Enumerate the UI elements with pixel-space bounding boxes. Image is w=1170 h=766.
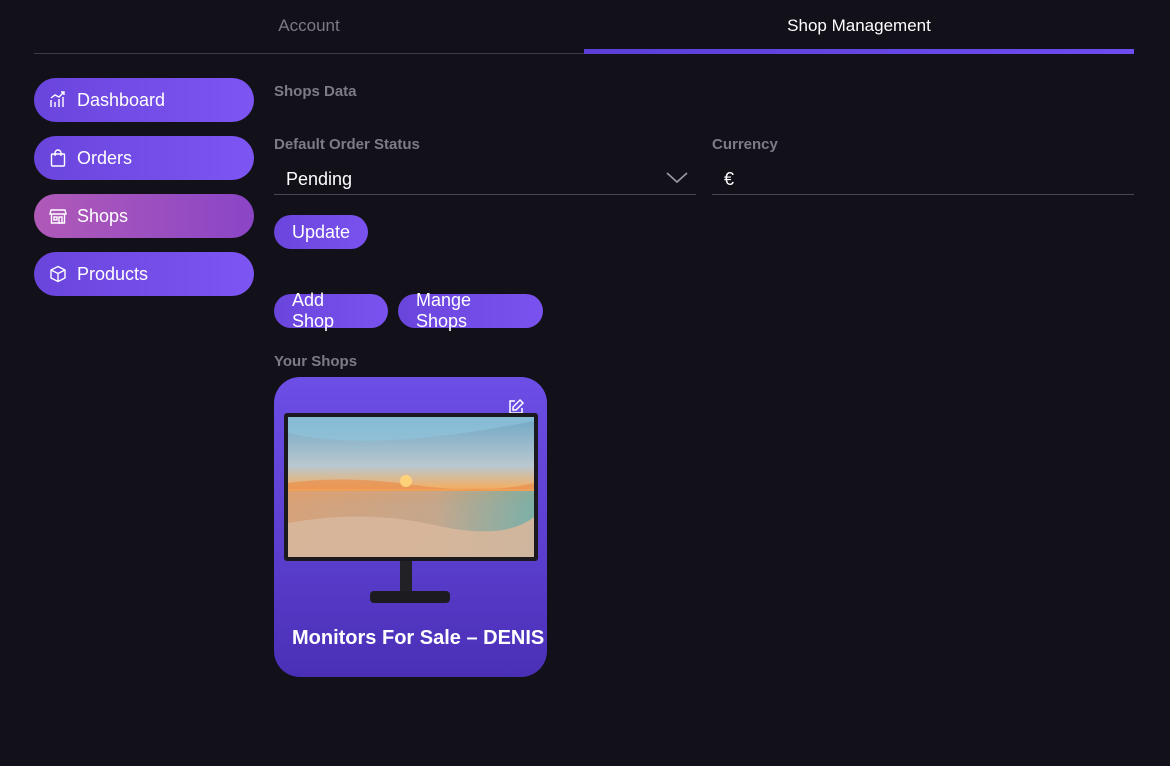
currency-input[interactable]: € bbox=[712, 165, 1134, 195]
tab-shop-management[interactable]: Shop Management bbox=[584, 0, 1134, 52]
shop-card[interactable]: Monitors For Sale – DENIS bbox=[274, 377, 547, 677]
sidebar-item-label: Shops bbox=[77, 205, 129, 226]
sidebar-item-label: Dashboard bbox=[77, 89, 166, 110]
update-button[interactable]: Update bbox=[274, 215, 368, 249]
sidebar-item-products[interactable]: Products bbox=[34, 252, 254, 296]
sidebar: Dashboard Orders Shops Products bbox=[34, 78, 254, 310]
chart-icon bbox=[48, 90, 68, 110]
active-tab-indicator bbox=[584, 49, 1134, 54]
sidebar-item-shops[interactable]: Shops bbox=[34, 194, 254, 238]
default-order-status-select[interactable]: Pending bbox=[274, 165, 696, 195]
top-tabs: Account Shop Management bbox=[34, 0, 1134, 54]
chevron-down-icon bbox=[666, 171, 688, 189]
sidebar-item-label: Products bbox=[77, 263, 149, 284]
select-value: Pending bbox=[286, 169, 353, 189]
shop-name: Monitors For Sale – DENIS bbox=[292, 627, 545, 649]
shops-data-title: Shops Data bbox=[274, 83, 357, 100]
shopping-bag-icon bbox=[48, 148, 68, 168]
monitor-sunset-image bbox=[284, 413, 538, 603]
sidebar-item-dashboard[interactable]: Dashboard bbox=[34, 78, 254, 122]
manage-shops-button[interactable]: Mange Shops bbox=[398, 290, 543, 331]
add-shop-button[interactable]: Add Shop bbox=[274, 290, 388, 331]
your-shops-title: Your Shops bbox=[274, 353, 358, 370]
currency-label: Currency bbox=[712, 136, 778, 153]
sidebar-item-orders[interactable]: Orders bbox=[34, 136, 254, 180]
box-icon bbox=[48, 264, 68, 284]
sidebar-item-label: Orders bbox=[77, 147, 133, 168]
tab-account[interactable]: Account bbox=[34, 0, 584, 52]
store-icon bbox=[48, 206, 68, 226]
default-order-status-label: Default Order Status bbox=[274, 136, 420, 153]
